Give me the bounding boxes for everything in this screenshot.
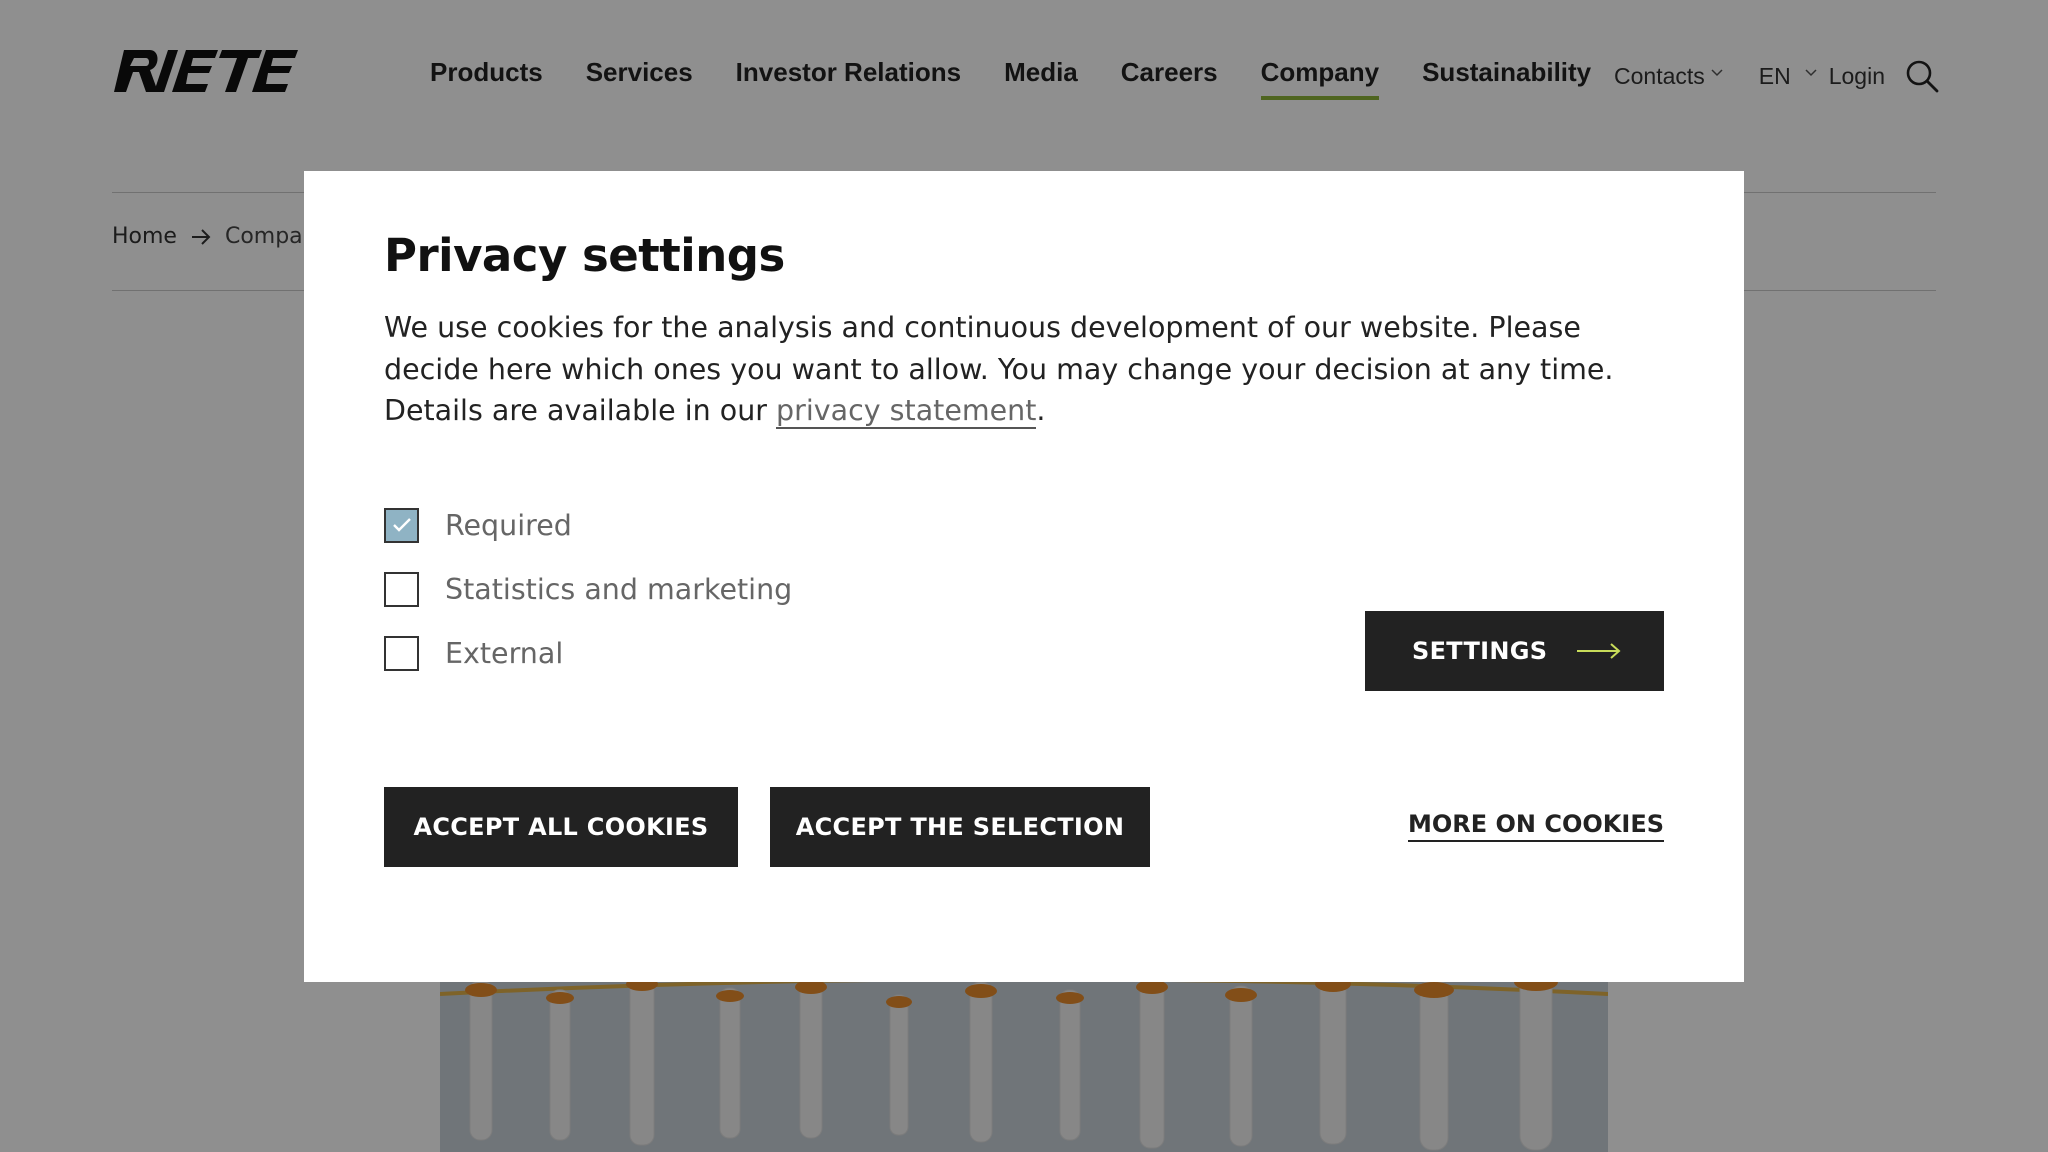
option-external[interactable]: External [384,635,792,671]
settings-button[interactable]: SETTINGS [1365,611,1664,691]
cookie-options: Required Statistics and marketing Extern… [384,507,792,699]
option-statistics-marketing[interactable]: Statistics and marketing [384,571,792,607]
checkmark-icon [392,518,411,532]
statistics-marketing-checkbox[interactable] [384,571,419,607]
required-checkbox[interactable] [384,507,419,543]
accept-all-cookies-button[interactable]: ACCEPT ALL COOKIES [384,787,738,867]
external-checkbox[interactable] [384,635,419,671]
statistics-marketing-label: Statistics and marketing [445,572,793,606]
option-required[interactable]: Required [384,507,792,543]
settings-button-label: SETTINGS [1412,637,1548,665]
required-label: Required [445,508,572,542]
dialog-title: Privacy settings [384,229,785,282]
arrow-right-icon [1577,643,1621,659]
external-label: External [445,636,564,670]
description-period: . [1036,394,1046,427]
dialog-description: We use cookies for the analysis and cont… [384,307,1674,432]
privacy-statement-link[interactable]: privacy statement [776,394,1037,429]
more-on-cookies-link[interactable]: MORE ON COOKIES [1408,808,1664,842]
privacy-settings-dialog: Privacy settings We use cookies for the … [304,171,1744,982]
accept-selection-button[interactable]: ACCEPT THE SELECTION [770,787,1150,867]
